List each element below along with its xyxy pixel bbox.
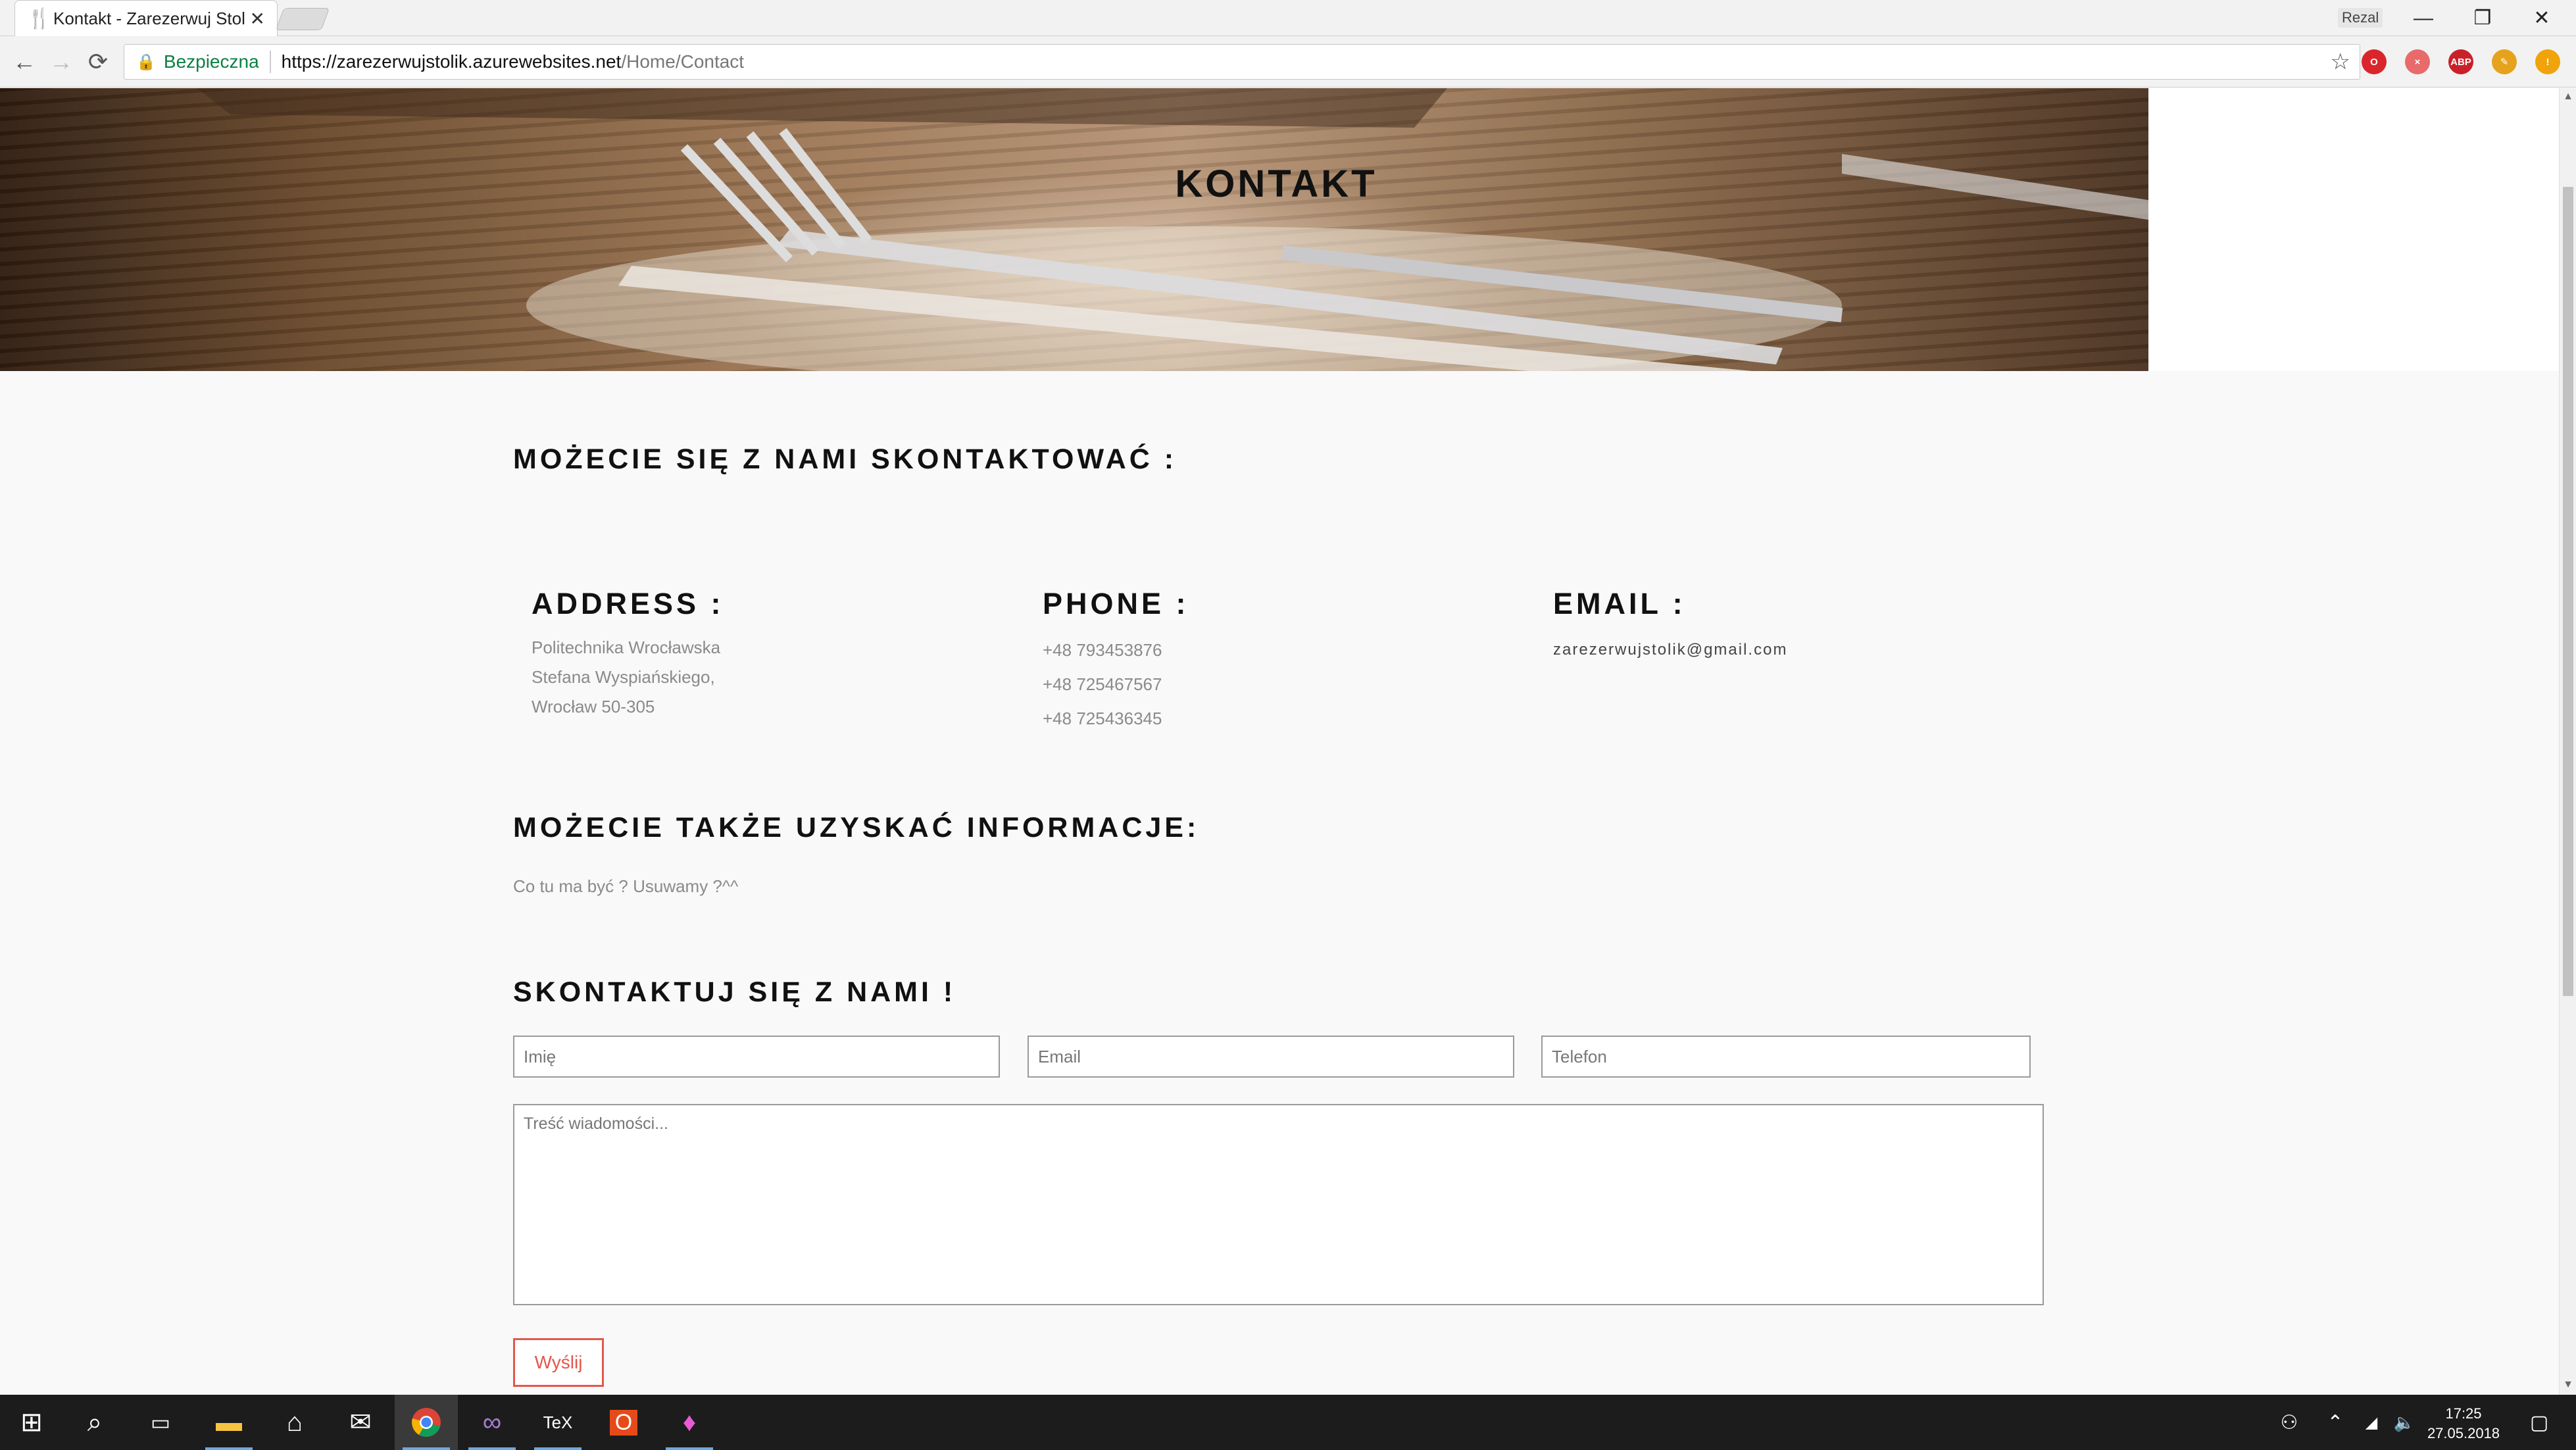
email-input[interactable] bbox=[1028, 1036, 1514, 1078]
scroll-down-icon[interactable]: ▼ bbox=[2560, 1376, 2576, 1393]
fork-knife-icon: 🍴 bbox=[27, 7, 52, 30]
new-tab-button[interactable] bbox=[275, 8, 330, 30]
phone-input[interactable] bbox=[1541, 1036, 2031, 1078]
tab-title: Kontakt - Zarezerwuj Stol bbox=[53, 8, 245, 28]
blocker-icon[interactable]: × bbox=[2405, 49, 2430, 74]
hero-blank-area bbox=[2148, 88, 2559, 371]
alert-icon[interactable]: ! bbox=[2535, 49, 2560, 74]
phone-heading: PHONE : bbox=[1043, 587, 1189, 620]
forward-arrow-icon[interactable]: → bbox=[45, 48, 78, 76]
opera-icon[interactable]: O bbox=[2362, 49, 2387, 74]
page-viewport: KONTAKT MOŻECIE SIĘ Z NAMI SKONTAKTOWAĆ … bbox=[0, 88, 2559, 1395]
clock-date: 27.05.2018 bbox=[2427, 1425, 2500, 1441]
task-view-icon[interactable]: ▭ bbox=[129, 1395, 192, 1450]
paint-icon[interactable]: ♦ bbox=[658, 1395, 721, 1450]
notifications-icon[interactable]: ▢ bbox=[2519, 1395, 2559, 1450]
phone-number: +48 793453876 bbox=[1043, 640, 1162, 660]
restore-button[interactable]: ❐ bbox=[2454, 0, 2512, 36]
pen-icon[interactable]: ✎ bbox=[2492, 49, 2517, 74]
contact-heading: MOŻECIE SIĘ Z NAMI SKONTAKTOWAĆ : bbox=[513, 443, 1177, 475]
mail-icon[interactable]: ✉ bbox=[329, 1395, 392, 1450]
visual-studio-icon[interactable]: ∞ bbox=[460, 1395, 524, 1450]
bookmark-star-icon[interactable]: ☆ bbox=[2331, 49, 2350, 75]
minimize-button[interactable]: — bbox=[2394, 0, 2452, 36]
email-address: zarezerwujstolik@gmail.com bbox=[1553, 641, 1788, 659]
address-separator bbox=[269, 51, 271, 73]
office-icon[interactable]: O bbox=[592, 1395, 655, 1450]
scrollbar-thumb[interactable] bbox=[2563, 187, 2573, 996]
clock-time: 17:25 bbox=[2445, 1405, 2482, 1422]
system-clock[interactable]: 17:25 27.05.2018 bbox=[2421, 1404, 2506, 1443]
name-input[interactable] bbox=[513, 1036, 1000, 1078]
tray-chevron-icon[interactable]: ⌃ bbox=[2319, 1395, 2352, 1450]
search-icon[interactable]: ⌕ bbox=[63, 1395, 126, 1450]
page-title: KONTAKT bbox=[1175, 162, 1377, 205]
back-arrow-icon[interactable]: ← bbox=[8, 48, 41, 76]
url-host: https://zarezerwujstolik.azurewebsites.n… bbox=[281, 51, 622, 72]
address-line: Wrocław 50-305 bbox=[532, 697, 655, 716]
file-explorer-icon[interactable]: ▬ bbox=[197, 1395, 260, 1450]
chrome-logo bbox=[412, 1408, 441, 1437]
chrome-icon[interactable] bbox=[395, 1395, 458, 1450]
browser-toolbar: ← → ⟳ 🔒 Bezpieczna https://zarezerwujsto… bbox=[0, 36, 2576, 88]
volume-icon[interactable]: 🔈 bbox=[2388, 1395, 2421, 1450]
info-heading: MOŻECIE TAKŻE UZYSKAĆ INFORMACJE: bbox=[513, 812, 1200, 843]
reload-icon[interactable]: ⟳ bbox=[82, 48, 114, 76]
message-textarea[interactable] bbox=[513, 1104, 2044, 1305]
browser-tab[interactable]: 🍴 Kontakt - Zarezerwuj Stol ✕ bbox=[14, 0, 278, 36]
table-setting-illustration bbox=[197, 88, 2148, 371]
form-heading: SKONTAKTUJ SIĘ Z NAMI ! bbox=[513, 976, 956, 1008]
address-line: Politechnika Wrocławska bbox=[532, 638, 721, 657]
close-window-button[interactable]: ✕ bbox=[2513, 0, 2571, 36]
scroll-up-icon[interactable]: ▲ bbox=[2560, 88, 2576, 105]
browser-tab-bar: 🍴 Kontakt - Zarezerwuj Stol ✕ Rezal — ❐ … bbox=[0, 0, 2576, 36]
adblock-icon[interactable]: ABP bbox=[2448, 49, 2473, 74]
phone-number: +48 725467567 bbox=[1043, 674, 1162, 694]
store-icon[interactable]: ⌂ bbox=[263, 1395, 326, 1450]
phone-block: +48 793453876 +48 725467567 +48 72543634… bbox=[1043, 633, 1162, 736]
hero-banner-image: KONTAKT bbox=[0, 88, 2148, 371]
send-button[interactable]: Wyślij bbox=[513, 1338, 604, 1387]
tex-icon[interactable]: TeX bbox=[526, 1395, 589, 1450]
address-block: Politechnika Wrocławska Stefana Wyspiańs… bbox=[532, 633, 720, 722]
email-heading: EMAIL : bbox=[1553, 587, 1686, 620]
windows-start-icon[interactable]: ⊞ bbox=[0, 1395, 63, 1450]
office-logo: O bbox=[609, 1409, 638, 1436]
close-tab-icon[interactable]: ✕ bbox=[250, 8, 265, 30]
vertical-scrollbar[interactable]: ▲ ▼ bbox=[2559, 88, 2576, 1395]
address-bar[interactable]: 🔒 Bezpieczna https://zarezerwujstolik.az… bbox=[124, 44, 2360, 80]
address-heading: ADDRESS : bbox=[532, 587, 724, 620]
network-icon[interactable]: ◢ bbox=[2355, 1395, 2388, 1450]
phone-number: +48 725436345 bbox=[1043, 709, 1162, 728]
windows-taskbar: ⊞ ⌕ ▭ ▬ ⌂ ✉ ∞ TeX O ♦ ⚇ ⌃ ◢ 🔈 17:25 27.0… bbox=[0, 1395, 2576, 1450]
secure-label: Bezpieczna bbox=[163, 51, 259, 72]
address-line: Stefana Wyspiańskiego, bbox=[532, 667, 715, 687]
info-text: Co tu ma być ? Usuwamy ?^^ bbox=[513, 876, 739, 896]
lock-icon: 🔒 bbox=[136, 53, 156, 71]
url-path: /Home/Contact bbox=[621, 51, 745, 72]
profile-name[interactable]: Rezal bbox=[2338, 8, 2383, 28]
people-icon[interactable]: ⚇ bbox=[2269, 1395, 2309, 1450]
